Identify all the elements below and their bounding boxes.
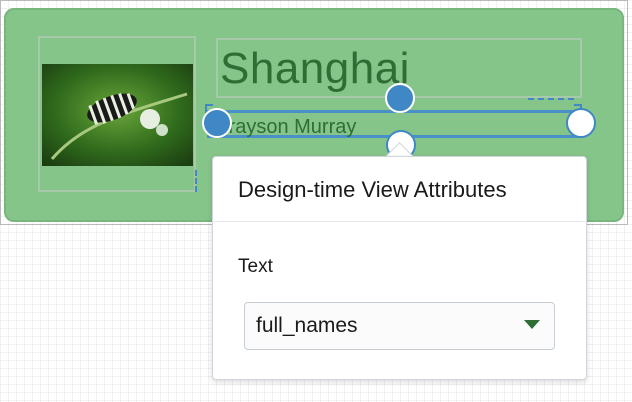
top-anchor-handle[interactable] bbox=[385, 83, 415, 113]
constraint-guide-left bbox=[195, 170, 197, 192]
preview-photo[interactable] bbox=[42, 64, 193, 166]
dropdown-arrow-icon[interactable] bbox=[524, 320, 540, 329]
popup-divider bbox=[212, 221, 587, 222]
selected-value: full_names bbox=[256, 314, 358, 337]
name-text-value: Grayson Murray bbox=[221, 116, 357, 138]
city-text[interactable]: Shanghai bbox=[220, 44, 410, 94]
constraint-dashed-guide bbox=[528, 98, 574, 100]
name-text[interactable]: Grayson Murray bbox=[221, 116, 371, 139]
layout-editor-canvas: Shanghai Grayson Murray Design-time View… bbox=[0, 0, 632, 402]
popup-title: Design-time View Attributes bbox=[238, 177, 507, 202]
left-anchor-handle[interactable] bbox=[202, 108, 232, 138]
text-field-label: Text bbox=[238, 256, 273, 277]
right-anchor-handle[interactable] bbox=[566, 108, 596, 138]
